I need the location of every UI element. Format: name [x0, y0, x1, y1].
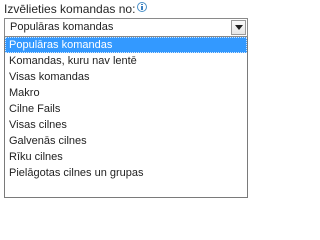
prompt-label: Izvēlieties komandas no:: [4, 2, 136, 16]
option-all-commands[interactable]: Visas komandas: [5, 69, 247, 85]
option-main-tabs[interactable]: Galvenās cilnes: [5, 133, 247, 149]
option-tool-tabs[interactable]: Rīku cilnes: [5, 149, 247, 165]
option-custom-tabs-and-groups[interactable]: Pielāgotas cilnes un grupas: [5, 165, 247, 181]
commands-from-select[interactable]: Populāras komandas: [4, 18, 248, 37]
selected-value: Populāras komandas: [10, 21, 114, 33]
prompt-row: Izvēlieties komandas no:: [4, 2, 148, 16]
command-source-picker: Izvēlieties komandas no: Populāras koman…: [0, 0, 250, 200]
option-commands-not-in-ribbon[interactable]: Komandas, kuru nav lentē: [5, 53, 247, 69]
option-macros[interactable]: Makro: [5, 85, 247, 101]
option-popular-commands[interactable]: Populāras komandas: [5, 37, 247, 53]
option-file-tab[interactable]: Cilne Fails: [5, 101, 247, 117]
dropdown-list: Populāras komandas Komandas, kuru nav le…: [4, 37, 248, 198]
info-icon[interactable]: [137, 2, 148, 12]
option-all-tabs[interactable]: Visas cilnes: [5, 117, 247, 133]
chevron-down-icon: [235, 25, 243, 30]
dropdown-button[interactable]: [231, 20, 246, 35]
